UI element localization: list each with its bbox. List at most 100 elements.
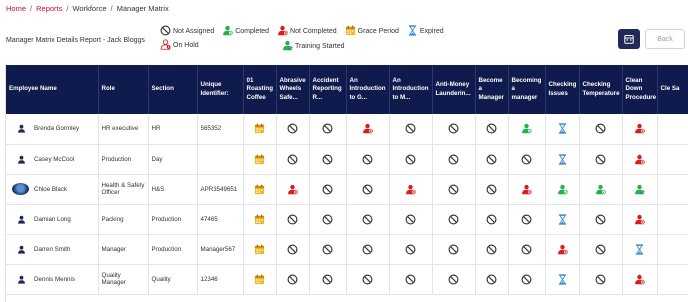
- status-cell[interactable]: [309, 204, 347, 235]
- status-cell[interactable]: [579, 264, 623, 295]
- table-row[interactable]: Chloe Black Health & Safety Officer H&S APR…: [6, 174, 688, 205]
- table-row[interactable]: Casey McCool Production Day: [6, 144, 688, 175]
- column-header[interactable]: Accident Reporting R...: [309, 65, 347, 114]
- breadcrumb-home[interactable]: Home: [6, 4, 26, 13]
- employee-cell[interactable]: Casey McCool: [6, 144, 99, 175]
- status-cell[interactable]: [475, 144, 509, 175]
- column-header[interactable]: Anti-Money Launderin...: [432, 65, 476, 114]
- status-cell[interactable]: [657, 174, 688, 205]
- status-cell[interactable]: [657, 144, 688, 175]
- status-cell[interactable]: [276, 234, 310, 265]
- column-header[interactable]: Cle Sa: [657, 65, 688, 114]
- status-cell[interactable]: [622, 144, 658, 175]
- status-cell[interactable]: [243, 144, 277, 175]
- status-cell[interactable]: [276, 174, 310, 205]
- status-cell[interactable]: [309, 174, 347, 205]
- status-cell[interactable]: [432, 174, 476, 205]
- status-cell[interactable]: [622, 234, 658, 265]
- status-cell[interactable]: [389, 174, 433, 205]
- table-row[interactable]: Damian Long Packing Production 47465: [6, 204, 688, 235]
- status-cell[interactable]: [475, 264, 509, 295]
- status-cell[interactable]: [276, 114, 310, 145]
- status-cell[interactable]: [579, 114, 623, 145]
- status-cell[interactable]: [432, 204, 476, 235]
- breadcrumb-reports[interactable]: Reports: [36, 4, 62, 13]
- status-cell[interactable]: [432, 234, 476, 265]
- column-header[interactable]: Becoming a manager: [508, 65, 546, 114]
- status-cell[interactable]: [657, 204, 688, 235]
- status-cell[interactable]: [622, 174, 658, 205]
- status-cell[interactable]: [389, 264, 433, 295]
- status-cell[interactable]: [475, 114, 509, 145]
- status-cell[interactable]: [389, 204, 433, 235]
- status-cell[interactable]: [508, 204, 546, 235]
- employee-cell[interactable]: Chloe Black: [6, 174, 99, 205]
- status-cell[interactable]: [346, 264, 390, 295]
- column-header[interactable]: Become a Manager: [475, 65, 509, 114]
- status-cell[interactable]: [545, 174, 580, 205]
- employee-cell[interactable]: Brenda Gormley: [6, 114, 99, 145]
- status-cell[interactable]: [346, 174, 390, 205]
- status-cell[interactable]: [346, 144, 390, 175]
- status-cell[interactable]: [276, 264, 310, 295]
- status-cell[interactable]: [657, 114, 688, 145]
- column-header[interactable]: An Introduction to G...: [346, 65, 390, 114]
- status-cell[interactable]: [579, 204, 623, 235]
- column-header[interactable]: Unique Identifier:: [197, 65, 244, 114]
- column-header[interactable]: Section: [148, 65, 198, 114]
- status-cell[interactable]: [579, 144, 623, 175]
- status-cell[interactable]: [508, 234, 546, 265]
- status-cell[interactable]: [432, 114, 476, 145]
- status-cell[interactable]: [389, 144, 433, 175]
- status-cell[interactable]: [346, 234, 390, 265]
- status-cell[interactable]: [243, 204, 277, 235]
- status-cell[interactable]: [432, 264, 476, 295]
- status-cell[interactable]: [309, 114, 347, 145]
- employee-cell[interactable]: Darren Smith: [6, 234, 99, 265]
- column-header[interactable]: Clean Down Procedure: [622, 65, 658, 114]
- table-row[interactable]: Dennis Mennis Quality Manager Quality 12346: [6, 264, 688, 295]
- table-row[interactable]: Brenda Gormley HR executive HR 565352: [6, 114, 688, 145]
- status-cell[interactable]: [276, 144, 310, 175]
- status-cell[interactable]: [545, 144, 580, 175]
- status-cell[interactable]: [622, 114, 658, 145]
- status-cell[interactable]: [276, 204, 310, 235]
- status-cell[interactable]: [389, 114, 433, 145]
- status-cell[interactable]: [389, 234, 433, 265]
- status-cell[interactable]: [508, 174, 546, 205]
- status-cell[interactable]: [475, 174, 509, 205]
- status-cell[interactable]: [545, 114, 580, 145]
- status-cell[interactable]: [508, 114, 546, 145]
- column-header[interactable]: Checking Issues: [545, 65, 580, 114]
- matrix-table-container[interactable]: Employee Name Role Section Unique Identi…: [5, 65, 688, 302]
- status-cell[interactable]: [508, 144, 546, 175]
- status-cell[interactable]: [622, 204, 658, 235]
- status-cell[interactable]: [545, 204, 580, 235]
- status-cell[interactable]: [432, 144, 476, 175]
- status-cell[interactable]: [243, 234, 277, 265]
- export-button[interactable]: [618, 29, 640, 49]
- status-cell[interactable]: [309, 144, 347, 175]
- status-cell[interactable]: [657, 264, 688, 295]
- column-header[interactable]: Abrasive Wheels Safe...: [276, 65, 310, 114]
- column-header[interactable]: Checking Temperature: [579, 65, 623, 114]
- status-cell[interactable]: [545, 234, 580, 265]
- column-header[interactable]: Employee Name: [6, 65, 99, 114]
- status-cell[interactable]: [622, 264, 658, 295]
- status-cell[interactable]: [508, 264, 546, 295]
- status-cell[interactable]: [243, 264, 277, 295]
- status-cell[interactable]: [309, 264, 347, 295]
- back-button[interactable]: Back: [645, 29, 685, 49]
- status-cell[interactable]: [545, 264, 580, 295]
- status-cell[interactable]: [475, 204, 509, 235]
- status-cell[interactable]: [579, 174, 623, 205]
- table-row[interactable]: Darren Smith Manager Production Manager567: [6, 234, 688, 265]
- status-cell[interactable]: [579, 234, 623, 265]
- status-cell[interactable]: [243, 174, 277, 205]
- column-header[interactable]: Role: [98, 65, 149, 114]
- status-cell[interactable]: [309, 234, 347, 265]
- status-cell[interactable]: [657, 234, 688, 265]
- employee-cell[interactable]: Damian Long: [6, 204, 99, 235]
- status-cell[interactable]: [346, 204, 390, 235]
- status-cell[interactable]: [243, 114, 277, 145]
